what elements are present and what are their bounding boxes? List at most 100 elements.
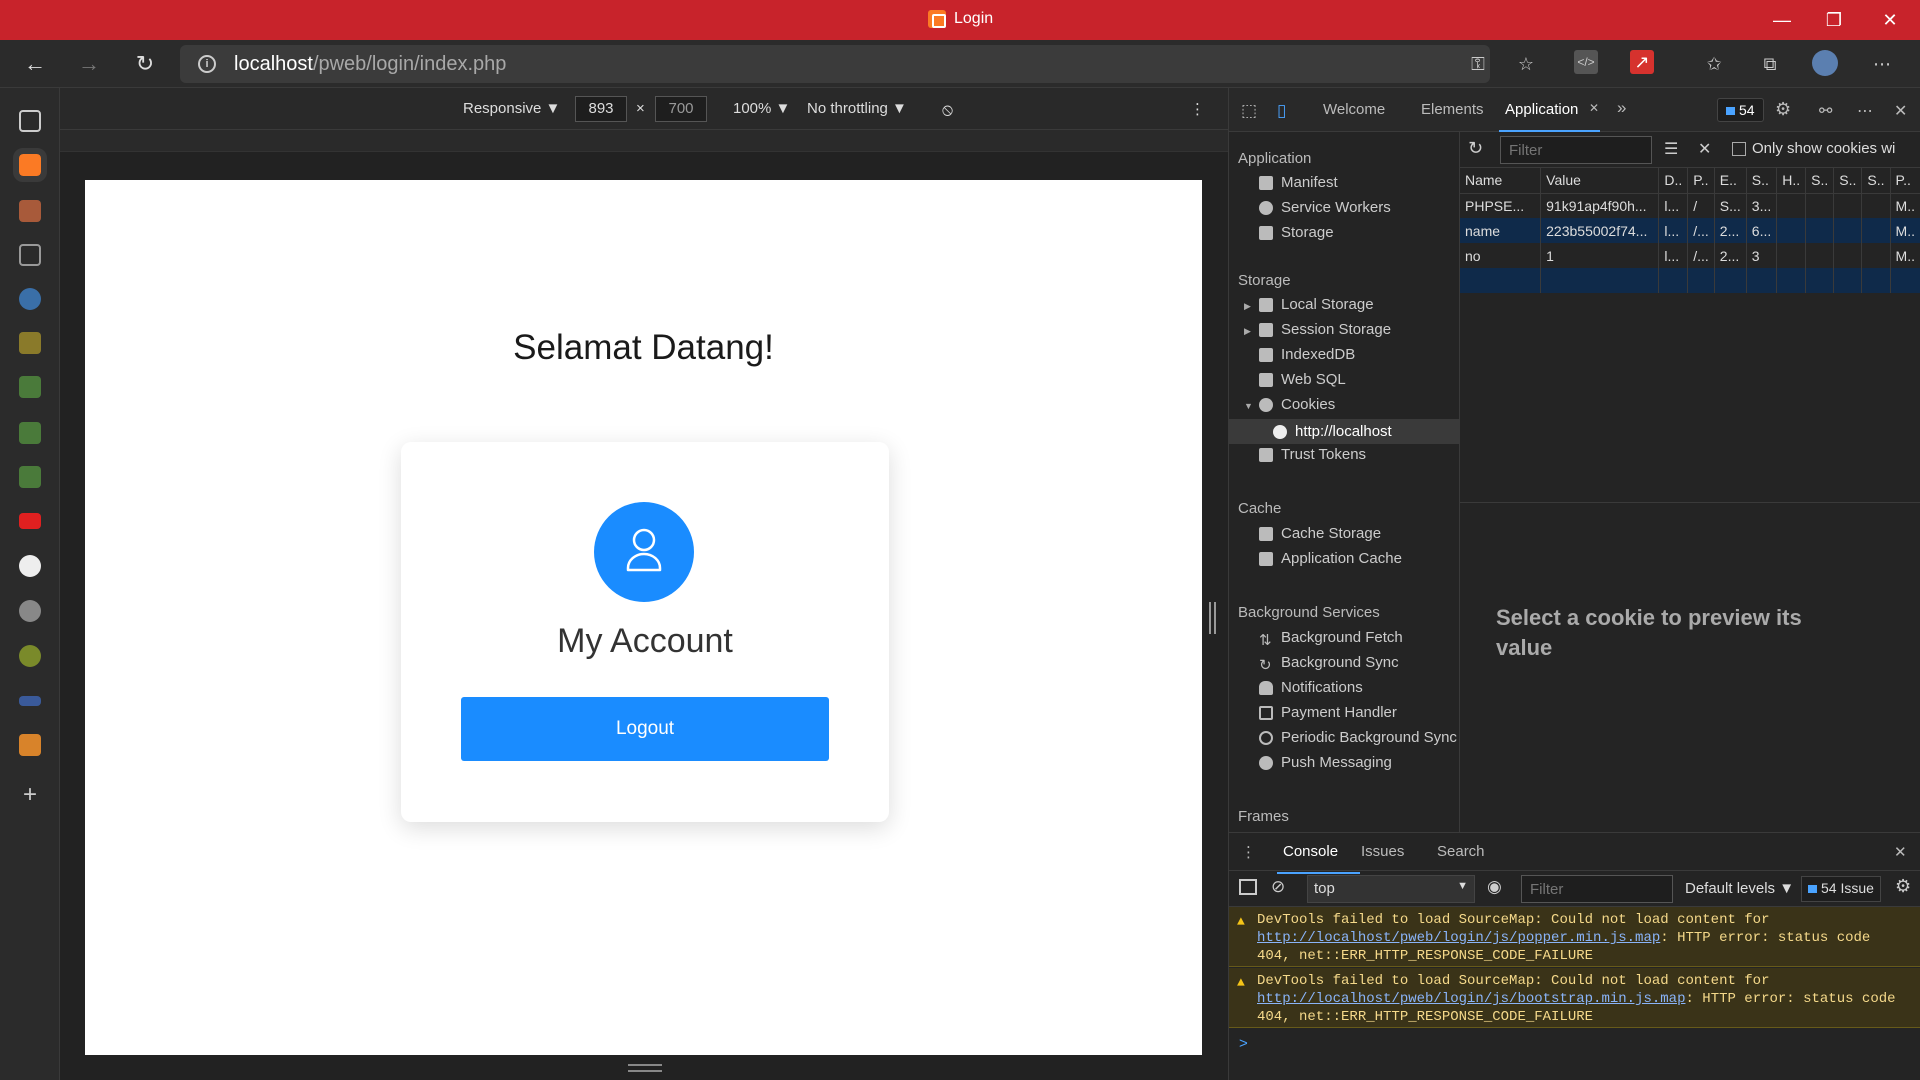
tree-push-messaging[interactable]: Push Messaging: [1259, 754, 1392, 771]
height-input[interactable]: 700: [655, 96, 707, 122]
tree-session-storage[interactable]: Session Storage: [1259, 321, 1391, 338]
context-select[interactable]: top ▼: [1307, 875, 1475, 903]
table-row[interactable]: no 1 l.../... 2... 3 M..: [1460, 243, 1920, 268]
console-prompt[interactable]: >: [1239, 1035, 1248, 1052]
info-icon[interactable]: i: [198, 55, 216, 73]
favorites-icon[interactable]: ✩: [1700, 50, 1728, 78]
tab-page-icon[interactable]: [19, 244, 41, 266]
refresh-cookies-icon[interactable]: ↻: [1468, 138, 1483, 159]
console-filter-input[interactable]: [1521, 875, 1673, 903]
only-show-checkbox[interactable]: [1732, 142, 1746, 156]
address-bar[interactable]: i localhost/pweb/login/index.php ⚿: [180, 45, 1490, 83]
eye-icon[interactable]: ◉: [1487, 877, 1502, 897]
devtools-close-icon[interactable]: ✕: [1894, 101, 1907, 121]
back-icon[interactable]: ←: [20, 49, 50, 79]
extension-dev-icon[interactable]: </>: [1574, 50, 1598, 74]
tree-service-workers[interactable]: Service Workers: [1259, 199, 1391, 216]
tab-xampp-active-icon[interactable]: [13, 148, 47, 182]
table-row[interactable]: name 223b55002f74... l.../... 2... 6... M..: [1460, 218, 1920, 243]
url-text[interactable]: localhost/pweb/login/index.php: [234, 53, 506, 76]
console-settings-icon[interactable]: ⚙: [1895, 876, 1911, 897]
tab-shield-icon[interactable]: [19, 645, 41, 667]
col-sameparty[interactable]: S..: [1861, 168, 1891, 194]
favorite-add-icon[interactable]: ☆: [1512, 50, 1540, 78]
refresh-icon[interactable]: ↻: [130, 49, 160, 79]
tab-github2-icon[interactable]: [19, 600, 41, 622]
cookie-filter-input[interactable]: [1500, 136, 1652, 164]
log-levels-select[interactable]: Default levels ▼: [1685, 880, 1794, 897]
tree-storage[interactable]: Storage: [1259, 224, 1334, 241]
tree-indexeddb[interactable]: IndexedDB: [1259, 346, 1355, 363]
sourcemap-link[interactable]: http://localhost/pweb/login/js/popper.mi…: [1257, 930, 1660, 946]
tree-background-sync[interactable]: ↻ Background Sync: [1259, 654, 1399, 674]
col-priority[interactable]: P..: [1890, 168, 1920, 194]
clear-console-icon[interactable]: ⊘: [1271, 877, 1285, 897]
extension-red-icon[interactable]: ↗: [1630, 50, 1654, 74]
profile-avatar[interactable]: [1812, 50, 1838, 76]
tree-cookie-localhost[interactable]: http://localhost: [1229, 419, 1459, 444]
width-input[interactable]: 893: [575, 96, 627, 122]
col-secure[interactable]: S..: [1805, 168, 1835, 194]
expand-arrow-icon[interactable]: ▶: [1244, 326, 1251, 337]
col-value[interactable]: Value: [1540, 168, 1660, 194]
delete-cookie-icon[interactable]: ✕: [1698, 139, 1711, 159]
tree-application-cache[interactable]: Application Cache: [1259, 550, 1402, 567]
issues-badge[interactable]: 54: [1717, 98, 1764, 122]
tree-trust-tokens[interactable]: Trust Tokens: [1259, 446, 1366, 463]
device-mode-icon[interactable]: ▯: [1277, 101, 1286, 121]
expand-arrow-icon[interactable]: ▶: [1244, 301, 1251, 312]
device-more-icon[interactable]: ⋮: [1190, 100, 1205, 118]
table-row-empty[interactable]: [1460, 268, 1920, 293]
settings-icon[interactable]: ⚙: [1775, 99, 1791, 120]
minimize-icon[interactable]: —: [1768, 6, 1796, 34]
col-size[interactable]: S..: [1746, 168, 1778, 194]
tab-search[interactable]: Search: [1437, 843, 1485, 860]
forward-icon[interactable]: →: [74, 49, 104, 79]
tree-local-storage[interactable]: Local Storage: [1259, 296, 1374, 313]
close-icon[interactable]: ✕: [1876, 6, 1904, 34]
collections-icon[interactable]: ⧉: [1756, 50, 1784, 78]
col-samesite[interactable]: S..: [1833, 168, 1863, 194]
new-tab-icon[interactable]: +: [19, 783, 41, 807]
tree-manifest[interactable]: Manifest: [1259, 174, 1338, 191]
tree-cookies[interactable]: Cookies: [1259, 396, 1335, 413]
devtools-splitter[interactable]: [1209, 602, 1216, 634]
rotate-icon[interactable]: ⦸: [942, 100, 953, 120]
drawer-more-icon[interactable]: ⋮: [1241, 843, 1256, 861]
devtools-menu-icon[interactable]: ⋯: [1857, 101, 1873, 121]
sidebar-toggle-icon[interactable]: [1239, 879, 1257, 895]
browser-menu-icon[interactable]: ⋯: [1868, 50, 1896, 78]
tree-background-fetch[interactable]: ⇅ Background Fetch: [1259, 629, 1403, 649]
tab-github-icon[interactable]: [19, 555, 41, 577]
tab-orange-icon[interactable]: [19, 734, 41, 756]
inspect-icon[interactable]: ⬚: [1241, 101, 1257, 121]
tab-xampp-icon[interactable]: [19, 200, 41, 222]
throttling-select[interactable]: No throttling ▼: [807, 100, 907, 117]
tree-web-sql[interactable]: Web SQL: [1259, 371, 1346, 388]
viewport-resize-handle[interactable]: [628, 1064, 662, 1072]
customize-icon[interactable]: ⚯: [1819, 101, 1832, 121]
col-domain[interactable]: D..: [1658, 168, 1689, 194]
tab-youtube-icon[interactable]: [19, 513, 41, 529]
zoom-select[interactable]: 100% ▼: [733, 100, 790, 117]
clear-filtered-icon[interactable]: ☰: [1664, 139, 1678, 159]
tab-console[interactable]: Console: [1276, 843, 1361, 874]
col-path[interactable]: P..: [1687, 168, 1715, 194]
collapse-arrow-icon[interactable]: ▼: [1244, 401, 1253, 411]
col-httponly[interactable]: H..: [1776, 168, 1807, 194]
console-issues-badge[interactable]: 54 Issue: [1801, 876, 1881, 902]
more-tabs-icon[interactable]: »: [1617, 98, 1626, 118]
col-expires[interactable]: E..: [1714, 168, 1747, 194]
tab-k-icon[interactable]: [19, 332, 41, 354]
sourcemap-link[interactable]: http://localhost/pweb/login/js/bootstrap…: [1257, 991, 1685, 1007]
tree-payment-handler[interactable]: Payment Handler: [1259, 704, 1397, 721]
tree-notifications[interactable]: Notifications: [1259, 679, 1363, 696]
drawer-close-icon[interactable]: ✕: [1894, 843, 1907, 861]
tab-blue-icon[interactable]: [19, 696, 41, 706]
tab-actions-icon[interactable]: [19, 110, 41, 132]
tab-welcome[interactable]: Welcome: [1323, 101, 1385, 118]
table-row[interactable]: PHPSE... 91k91ap4f90h... l... / S... 3... M..: [1460, 193, 1920, 218]
device-select[interactable]: Responsive ▼: [463, 100, 560, 117]
logout-button[interactable]: Logout: [461, 697, 829, 761]
tab-p3-icon[interactable]: [19, 466, 41, 488]
